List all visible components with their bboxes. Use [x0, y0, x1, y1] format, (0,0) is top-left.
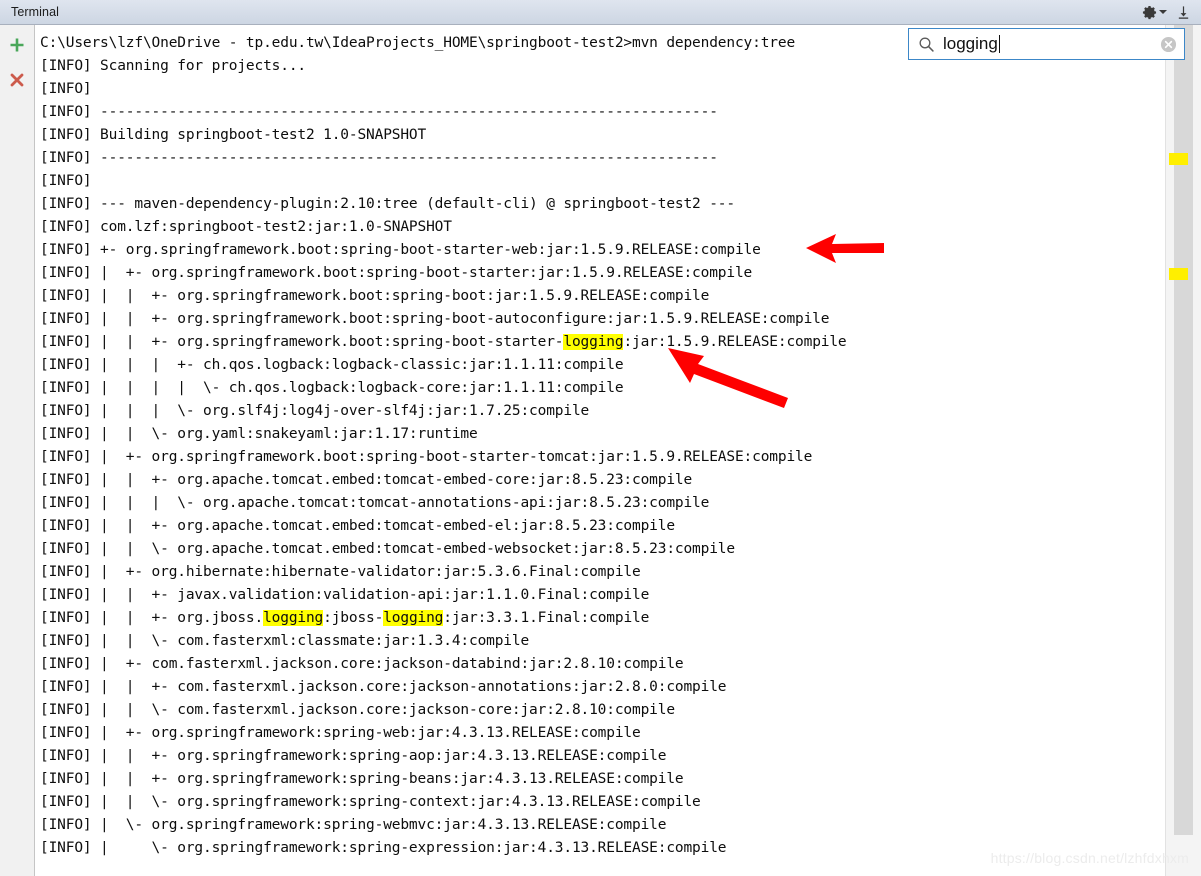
terminal-text: :jar:3.3.1.Final:compile	[443, 610, 650, 626]
terminal-line: [INFO] | | \- com.fasterxml:classmate:ja…	[40, 633, 530, 649]
terminal-line: [INFO] | \- org.springframework:spring-w…	[40, 817, 667, 833]
terminal-line: [INFO] com.lzf:springboot-test2:jar:1.0-…	[40, 219, 452, 235]
terminal-line: [INFO] | +- org.hibernate:hibernate-vali…	[40, 564, 641, 580]
terminal-line: [INFO] | +- com.fasterxml.jackson.core:j…	[40, 656, 684, 672]
search-match-marker[interactable]	[1169, 153, 1188, 165]
terminal-line: [INFO]	[40, 81, 92, 97]
terminal-line: [INFO] | | +- javax.validation:validatio…	[40, 587, 650, 603]
gear-icon	[1142, 5, 1157, 19]
add-tab-icon	[10, 38, 24, 52]
terminal-line: [INFO] | | +- org.apache.tomcat.embed:to…	[40, 518, 675, 534]
search-icon	[919, 37, 934, 52]
terminal-line: [INFO] | | \- org.springframework:spring…	[40, 794, 701, 810]
close-tab-button[interactable]	[4, 67, 30, 93]
search-highlight: logging	[263, 610, 324, 626]
terminal-line: [INFO] | | +- org.springframework.boot:s…	[40, 311, 830, 327]
terminal-line: [INFO] ---------------------------------…	[40, 150, 718, 166]
terminal-line-list: [INFO] Scanning for projects... [INFO] [IN…	[36, 55, 1165, 860]
text-caret	[998, 35, 1000, 53]
terminal-line: [INFO] | +- org.springframework:spring-w…	[40, 725, 641, 741]
chevron-down-icon	[1159, 10, 1167, 14]
terminal-text: :jboss-	[323, 610, 384, 626]
terminal-line: [INFO] | | \- org.yaml:snakeyaml:jar:1.1…	[40, 426, 478, 442]
terminal-line: [INFO] | | | | \- ch.qos.logback:logback…	[40, 380, 624, 396]
watermark: https://blog.csdn.net/lzhfdxhxm	[990, 850, 1189, 866]
search-highlight: logging	[383, 610, 444, 626]
search-match-marker[interactable]	[1169, 268, 1188, 280]
search-bar[interactable]: logging	[908, 28, 1185, 60]
settings-button[interactable]	[1142, 5, 1167, 20]
window-titlebar: Terminal	[0, 0, 1201, 25]
terminal-line: [INFO] | | +- org.springframework:spring…	[40, 748, 667, 764]
terminal-line: [INFO] +- org.springframework.boot:sprin…	[40, 242, 761, 258]
search-input[interactable]: logging	[943, 34, 998, 54]
terminal-line: [INFO] | | \- com.fasterxml.jackson.core…	[40, 702, 675, 718]
terminal-window: Terminal C:\Users\lzf\OneDrive - tp.edu.…	[0, 0, 1201, 876]
terminal-line: [INFO] | | | \- org.slf4j:log4j-over-slf…	[40, 403, 590, 419]
terminal-line: [INFO] | | \- org.apache.tomcat.embed:to…	[40, 541, 735, 557]
terminal-line: [INFO] | +- org.springframework.boot:spr…	[40, 449, 813, 465]
terminal-text: [INFO] | | +- org.springframework.boot:s…	[40, 334, 564, 350]
hide-panel-icon[interactable]	[1176, 5, 1191, 20]
terminal-line: [INFO] | | +- org.jboss.logging:jboss-lo…	[36, 607, 1165, 630]
scrollbar-track[interactable]	[1174, 25, 1193, 835]
terminal-text: :jar:1.5.9.RELEASE:compile	[623, 334, 847, 350]
scrollbar-column[interactable]	[1165, 25, 1201, 876]
terminal-tab-gutter	[0, 25, 35, 876]
titlebar-actions	[1142, 5, 1191, 20]
add-tab-button[interactable]	[4, 32, 30, 58]
terminal-line: [INFO] | | | \- org.apache.tomcat:tomcat…	[40, 495, 710, 511]
terminal-line: [INFO] | +- org.springframework.boot:spr…	[40, 265, 753, 281]
terminal-line: [INFO] | | +- org.springframework.boot:s…	[40, 288, 710, 304]
terminal-line: [INFO]	[40, 173, 92, 189]
panel-title: Terminal	[11, 5, 60, 19]
terminal-line: [INFO] | | +- org.apache.tomcat.embed:to…	[40, 472, 693, 488]
clear-icon[interactable]	[1160, 36, 1177, 53]
close-tab-icon	[10, 73, 24, 87]
terminal-line: [INFO] | | +- com.fasterxml.jackson.core…	[40, 679, 727, 695]
terminal-line: [INFO] Building springboot-test2 1.0-SNA…	[40, 127, 427, 143]
terminal-line: [INFO] ---------------------------------…	[40, 104, 718, 120]
terminal-output[interactable]: C:\Users\lzf\OneDrive - tp.edu.tw\IdeaPr…	[36, 25, 1165, 876]
search-highlight: logging	[563, 334, 624, 350]
terminal-line: [INFO] --- maven-dependency-plugin:2.10:…	[40, 196, 735, 212]
terminal-text: [INFO] | | +- org.jboss.	[40, 610, 264, 626]
terminal-line: [INFO] | | +- org.springframework:spring…	[40, 771, 684, 787]
terminal-line: [INFO] | | | +- ch.qos.logback:logback-c…	[40, 357, 624, 373]
terminal-line: [INFO] | | +- org.springframework.boot:s…	[36, 331, 1165, 354]
